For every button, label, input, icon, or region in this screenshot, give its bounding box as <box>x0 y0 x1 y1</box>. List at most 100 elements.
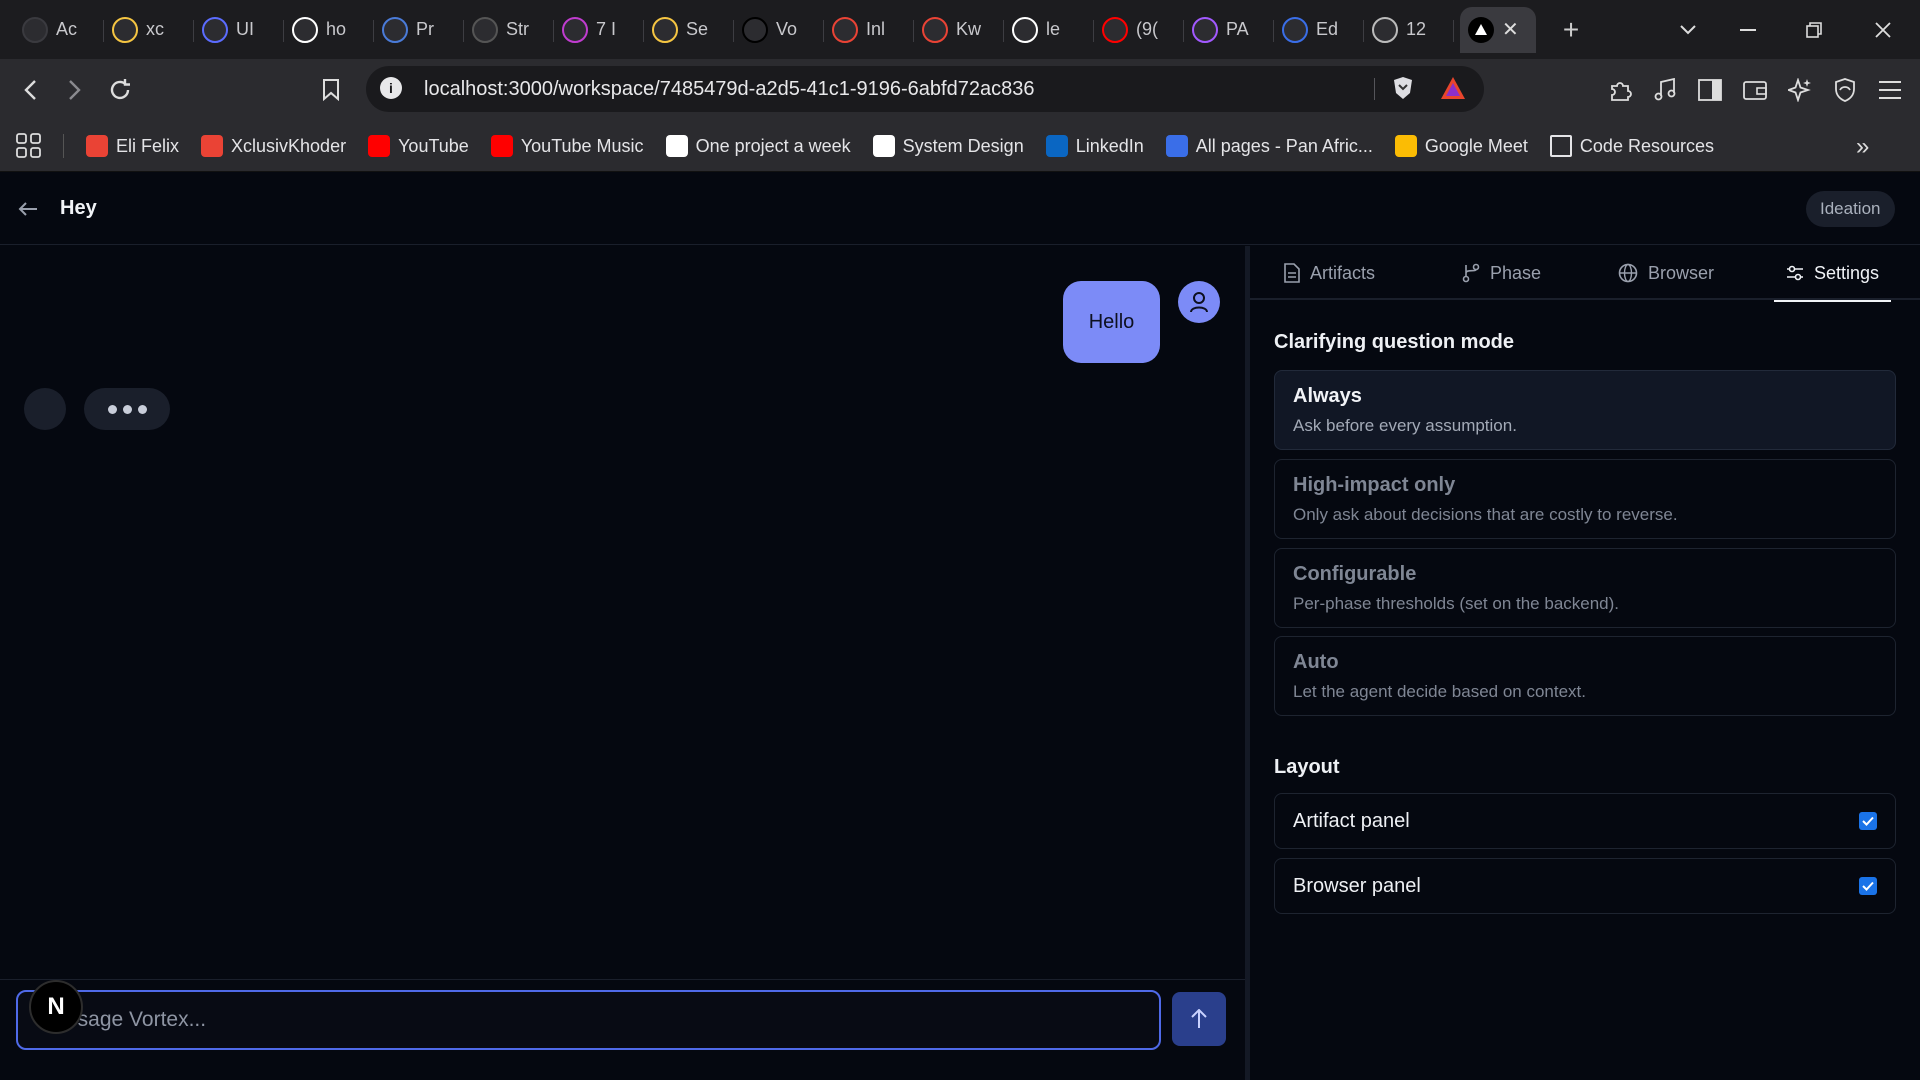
document-icon <box>1284 263 1300 283</box>
browser-tab[interactable]: ho <box>284 7 374 53</box>
bookmark-item[interactable]: One project a week <box>665 135 851 157</box>
browser-tab[interactable]: Str <box>464 7 554 53</box>
leo-ai-icon[interactable] <box>1780 59 1820 120</box>
browser-tab[interactable]: Pr <box>374 7 464 53</box>
wallet-icon[interactable] <box>1735 59 1775 120</box>
bookmark-item[interactable]: Code Resources <box>1549 135 1714 157</box>
back-arrow-icon[interactable] <box>18 196 38 224</box>
google-icon <box>292 16 318 43</box>
new-tab-button[interactable]: + <box>1546 14 1596 46</box>
browser-tab[interactable]: (9( <box>1094 7 1184 53</box>
option-configurable[interactable]: Configurable Per-phase thresholds (set o… <box>1274 548 1896 628</box>
composer[interactable] <box>16 990 1161 1050</box>
sidebar-toggle-icon[interactable] <box>1690 59 1730 120</box>
browser-tab[interactable]: Ac <box>14 7 104 53</box>
url-text: localhost:3000/workspace/7485479d-a2d5-4… <box>424 78 1035 100</box>
bookmark-item[interactable]: LinkedIn <box>1045 135 1144 157</box>
browser-panel-toggle[interactable]: Browser panel <box>1274 858 1896 914</box>
bookmark-label: YouTube Music <box>520 135 644 156</box>
bookmark-item[interactable]: System Design <box>872 135 1024 157</box>
bookmark-label: YouTube <box>398 135 469 156</box>
browser-tab[interactable]: xc <box>104 7 194 53</box>
bookmark-item[interactable]: YouTube <box>368 135 469 157</box>
browser-tab-title: 7 I <box>596 19 617 39</box>
github-icon <box>1012 16 1038 43</box>
message-input[interactable] <box>38 992 1138 1048</box>
bookmark-item[interactable]: YouTube Music <box>490 135 644 157</box>
tab-browser[interactable]: Browser <box>1618 246 1714 300</box>
tab-phase-label: Phase <box>1490 262 1542 283</box>
menu-icon[interactable] <box>1870 59 1910 120</box>
meet-icon <box>1394 135 1417 157</box>
restore-button[interactable] <box>1806 0 1822 59</box>
more-bookmarks-icon[interactable]: » <box>1856 133 1869 161</box>
gmail-icon <box>201 135 224 157</box>
globe-icon <box>1372 16 1398 43</box>
option-auto[interactable]: Auto Let the agent decide based on conte… <box>1274 636 1896 716</box>
tab-settings[interactable]: Settings <box>1773 246 1892 302</box>
tab-phase[interactable]: Phase <box>1462 246 1541 300</box>
bookmark-label: Code Resources <box>1579 135 1714 156</box>
browser-tab[interactable]: Inl <box>824 7 914 53</box>
browser-tab[interactable]: Se <box>644 7 734 53</box>
youtube-icon <box>1102 16 1128 43</box>
send-button[interactable] <box>1172 992 1226 1046</box>
vpn-icon[interactable] <box>1825 59 1865 120</box>
phase-badge: Ideation <box>1806 191 1895 227</box>
check-icon <box>1862 881 1874 891</box>
bookmark-label: XclusivKhoder <box>231 135 347 156</box>
artifact-panel-toggle[interactable]: Artifact panel <box>1274 793 1896 849</box>
minimize-button[interactable] <box>1740 0 1756 59</box>
reload-button[interactable] <box>100 59 140 120</box>
option-high-impact[interactable]: High-impact only Only ask about decision… <box>1274 459 1896 539</box>
bookmark-label: All pages - Pan Afric... <box>1195 135 1373 156</box>
browser-tab[interactable]: PA <box>1184 7 1274 53</box>
artifact-panel-checkbox[interactable] <box>1859 812 1877 830</box>
bookmark-item[interactable]: XclusivKhoder <box>201 135 346 157</box>
rainbow-icon <box>382 16 408 43</box>
browser-tab-title: 12 <box>1406 19 1427 39</box>
branch-icon <box>1462 263 1480 283</box>
close-window-button[interactable] <box>1875 0 1891 59</box>
address-bar[interactable]: i localhost:3000/workspace/7485479d-a2d5… <box>366 66 1484 112</box>
gmail-icon <box>922 16 948 43</box>
apps-grid-icon[interactable] <box>16 133 42 164</box>
browser-tab-active[interactable]: ✕ <box>1460 6 1536 53</box>
browser-tab[interactable]: 7 I <box>554 7 644 53</box>
globe-icon <box>1618 263 1638 283</box>
triangle-icon <box>1468 16 1494 43</box>
tab-artifacts[interactable]: Artifacts <box>1284 246 1375 300</box>
smiley-icon <box>112 16 138 43</box>
option-description: Ask before every assumption. <box>1293 416 1517 435</box>
media-icon[interactable] <box>1645 59 1685 120</box>
clarifying-mode-title: Clarifying question mode <box>1274 331 1515 353</box>
sliders-icon <box>1787 265 1803 281</box>
tab-search-icon[interactable] <box>1680 0 1696 59</box>
linkedin-icon <box>1045 135 1068 157</box>
bookmark-icon[interactable] <box>311 59 351 120</box>
browser-tab[interactable]: Kw <box>914 7 1004 53</box>
browser-tab[interactable]: Vo <box>734 7 824 53</box>
site-info-icon[interactable]: i <box>380 77 402 99</box>
omnibox-separator <box>1374 78 1375 100</box>
back-button[interactable] <box>10 59 50 120</box>
workspace-title: Hey <box>60 197 97 219</box>
bookmark-item[interactable]: Eli Felix <box>86 135 179 157</box>
triangle-icon <box>742 16 768 43</box>
forward-button[interactable] <box>55 59 95 120</box>
close-tab-icon[interactable]: ✕ <box>1502 17 1519 42</box>
brave-rewards-icon[interactable] <box>1440 76 1466 105</box>
extensions-icon[interactable] <box>1600 59 1640 120</box>
brave-shield-icon[interactable] <box>1392 76 1414 105</box>
option-always[interactable]: Always Ask before every assumption. <box>1274 370 1896 450</box>
bookmark-item[interactable]: Google Meet <box>1394 135 1528 157</box>
browser-tab[interactable]: Ed <box>1274 7 1364 53</box>
bookmark-item[interactable]: All pages - Pan Afric... <box>1165 135 1373 157</box>
nextjs-badge[interactable]: N <box>29 980 83 1034</box>
browser-toolbar: i localhost:3000/workspace/7485479d-a2d5… <box>0 59 1920 120</box>
browser-panel-checkbox[interactable] <box>1859 877 1877 895</box>
browser-tab[interactable]: UI <box>194 7 284 53</box>
figma-icon <box>1192 16 1218 43</box>
browser-tab[interactable]: le <box>1004 7 1094 53</box>
browser-tab[interactable]: 12 <box>1364 7 1454 53</box>
